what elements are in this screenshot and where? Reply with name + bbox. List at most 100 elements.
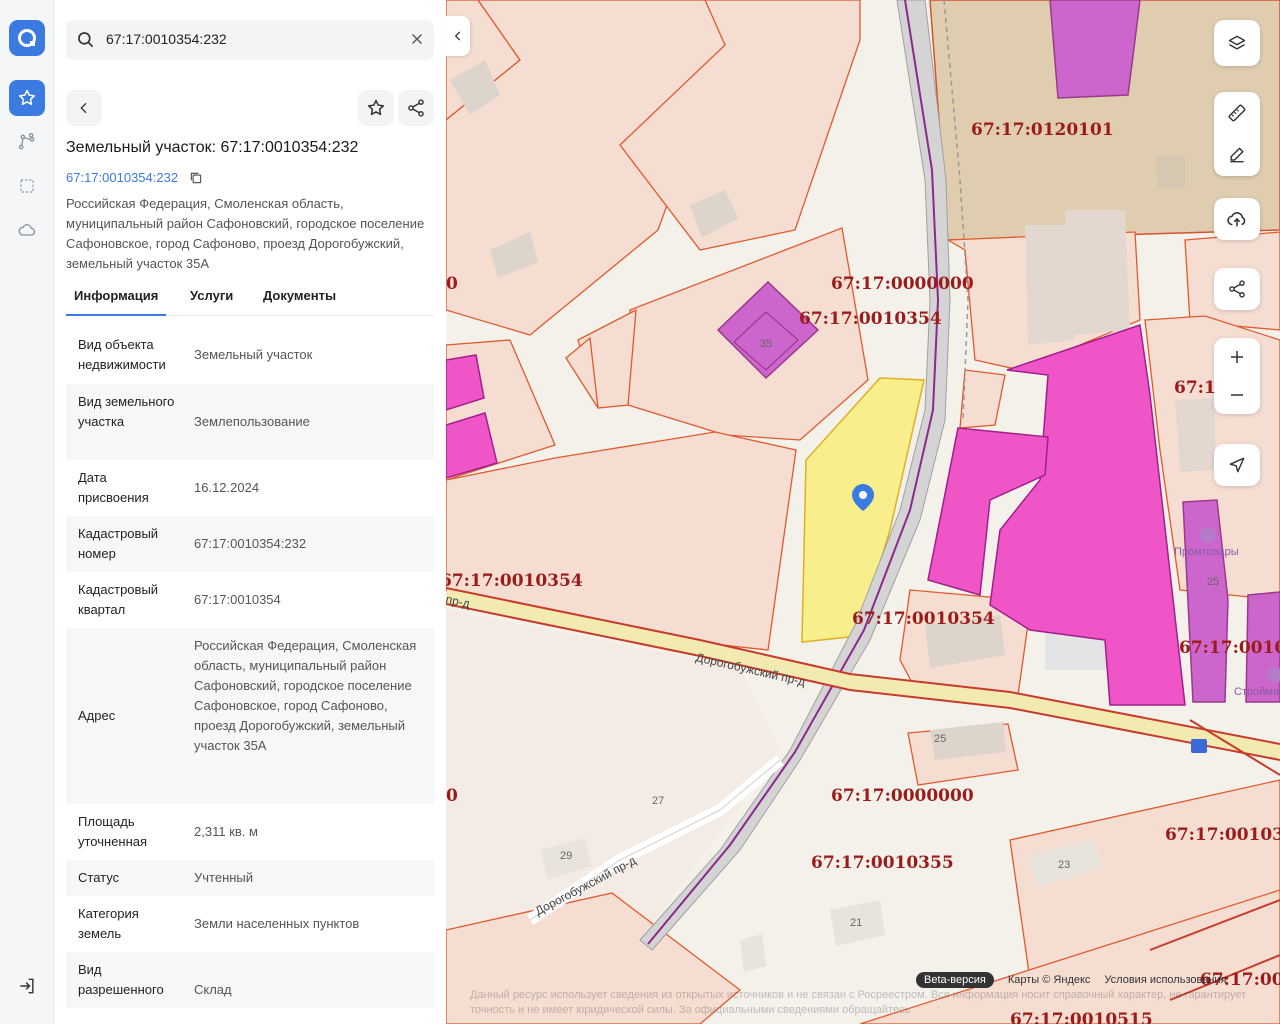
row-label: Кадастровый квартал xyxy=(78,582,159,617)
table-row: Вид объекта недвижимости Земельный участ… xyxy=(66,326,434,384)
quarter-label: 67:17:0010354 xyxy=(446,571,583,591)
row-value: Склад xyxy=(194,982,232,997)
navigation-arrow-icon xyxy=(1229,457,1245,473)
dashed-square-icon xyxy=(20,179,34,193)
row-label: Кадастровый номер xyxy=(78,526,159,561)
close-icon[interactable] xyxy=(408,30,426,48)
zoom-out-button[interactable] xyxy=(1214,376,1260,414)
house-number: 35 xyxy=(760,338,773,350)
row-value: Земельный участок xyxy=(194,347,313,362)
cadastral-map[interactable]: 67:17:0120101 67:17:0000000 67:17:001035… xyxy=(446,0,1280,1024)
table-row: Дата присвоения 16.12.2024 xyxy=(66,460,434,516)
quarter-label: 67:17:0010 xyxy=(1179,638,1280,658)
area-select-rail-button[interactable] xyxy=(9,168,45,204)
favorites-rail-button[interactable] xyxy=(9,80,45,116)
star-icon xyxy=(18,89,36,106)
bus-stop-icon[interactable] xyxy=(1191,739,1207,753)
table-row: Статус Учтенный xyxy=(66,860,434,896)
building[interactable] xyxy=(1049,0,1141,99)
row-value: Землепользование xyxy=(194,414,310,429)
table-row: Адрес Российская Федерация, Смоленская о… xyxy=(66,628,434,804)
tab-documents[interactable]: Документы xyxy=(263,288,336,303)
shop-poi-icon[interactable] xyxy=(1200,527,1216,543)
route-rail-button[interactable] xyxy=(9,124,45,160)
zoom-controls xyxy=(1214,338,1260,414)
share-icon xyxy=(408,99,424,117)
map-disclaimer: Данный ресурс использует сведения из отк… xyxy=(470,989,1247,1016)
map-footer: Beta-версия Карты © Яндекс Условия испол… xyxy=(916,970,1227,990)
app-logo-icon[interactable] xyxy=(9,20,45,56)
cloud-upload-icon xyxy=(1227,212,1246,227)
tab-bar: Информация Услуги Документы xyxy=(65,284,434,316)
zoom-in-button[interactable] xyxy=(1214,338,1260,376)
table-row: Площадь уточненная 2,311 кв. м xyxy=(66,804,434,860)
map-copyright[interactable]: Карты © Яндекс xyxy=(1008,974,1091,986)
cadastral-number-link[interactable]: 67:17:0010354:232 xyxy=(66,170,178,185)
icon-rail xyxy=(0,0,54,1024)
layers-button[interactable] xyxy=(1214,20,1260,66)
quarter-label: 67:17:0120101 xyxy=(971,120,1114,140)
cloud-rail-button[interactable] xyxy=(9,212,45,248)
upload-button[interactable] xyxy=(1214,198,1260,240)
row-label: Площадь уточненная xyxy=(78,814,148,849)
collapse-panel-button[interactable] xyxy=(446,16,470,56)
row-value: 67:17:0010354:232 xyxy=(194,536,307,551)
object-address: Российская Федерация, Смоленская область… xyxy=(66,196,425,271)
terms-link[interactable]: Условия использования xyxy=(1104,974,1226,986)
row-label: Дата присвоения xyxy=(78,470,149,505)
plus-icon xyxy=(1231,351,1243,363)
row-value: Учтенный xyxy=(194,870,254,885)
table-row: Вид разрешенного Склад xyxy=(66,952,434,1008)
measure-tools-group xyxy=(1214,92,1260,176)
copy-icon[interactable] xyxy=(189,171,203,185)
ruler-button[interactable] xyxy=(1214,92,1260,134)
house-number: 21 xyxy=(850,917,863,929)
beta-badge: Beta-версия xyxy=(916,972,994,988)
layers-icon xyxy=(1228,35,1246,50)
tab-services[interactable]: Услуги xyxy=(190,288,233,303)
poi-label[interactable]: Строймат xyxy=(1234,686,1280,698)
tab-information[interactable]: Информация xyxy=(65,288,167,316)
quarter-label: 67:1 xyxy=(1174,378,1216,398)
row-label: Вид разрешенного xyxy=(78,962,164,997)
minus-icon xyxy=(1231,394,1243,396)
quarter-label: 67:17:0000000 xyxy=(831,786,974,806)
row-value: 2,311 кв. м xyxy=(194,824,258,839)
share-button[interactable] xyxy=(398,90,434,126)
chevron-left-icon xyxy=(454,31,461,41)
search-input[interactable]: 67:17:0010354:232 xyxy=(106,31,227,47)
row-label: Вид объекта недвижимости xyxy=(78,337,166,372)
table-row: Вид земельного участка Землепользование xyxy=(66,384,434,460)
search-bar[interactable]: 67:17:0010354:232 xyxy=(66,20,434,60)
row-label: Категория земель xyxy=(78,906,139,941)
house-number: 29 xyxy=(560,850,573,862)
quarter-label: 67:17:0010354 xyxy=(852,609,995,629)
quarter-label: 67:17:0010355 xyxy=(811,853,954,873)
search-icon xyxy=(78,32,94,48)
row-label: Адрес xyxy=(78,708,116,723)
info-panel: 67:17:0010354:232 Земельный участок: 67:… xyxy=(54,0,446,1024)
row-value: 67:17:0010354 xyxy=(194,592,281,607)
logout-rail-button[interactable] xyxy=(9,968,45,1004)
polyline-icon xyxy=(18,133,35,150)
quarter-label: 67:17:0010354 xyxy=(799,309,942,329)
star-icon xyxy=(367,99,385,116)
table-row: Кадастровый номер 67:17:0010354:232 xyxy=(66,516,434,572)
logout-icon xyxy=(20,978,34,994)
app: 67:17:0010354:232 Земельный участок: 67:… xyxy=(0,0,1280,1024)
quarter-label: 0 xyxy=(446,274,458,294)
poi-label[interactable]: Промтовары xyxy=(1174,546,1239,558)
quarter-label: 0 xyxy=(446,786,458,806)
back-button[interactable] xyxy=(66,90,102,126)
quarter-label: 67:17:0000000 xyxy=(831,274,974,294)
share-icon xyxy=(1229,280,1245,298)
table-row: Кадастровый квартал 67:17:0010354 xyxy=(66,572,434,628)
favorite-button[interactable] xyxy=(358,90,394,126)
edit-button[interactable] xyxy=(1214,134,1260,176)
ruler-icon xyxy=(1228,104,1246,122)
house-number: 23 xyxy=(1058,859,1071,871)
chevron-left-icon xyxy=(80,102,87,114)
geolocate-button[interactable] xyxy=(1214,444,1260,486)
house-number: 27 xyxy=(652,795,665,807)
map-share-button[interactable] xyxy=(1214,268,1260,310)
